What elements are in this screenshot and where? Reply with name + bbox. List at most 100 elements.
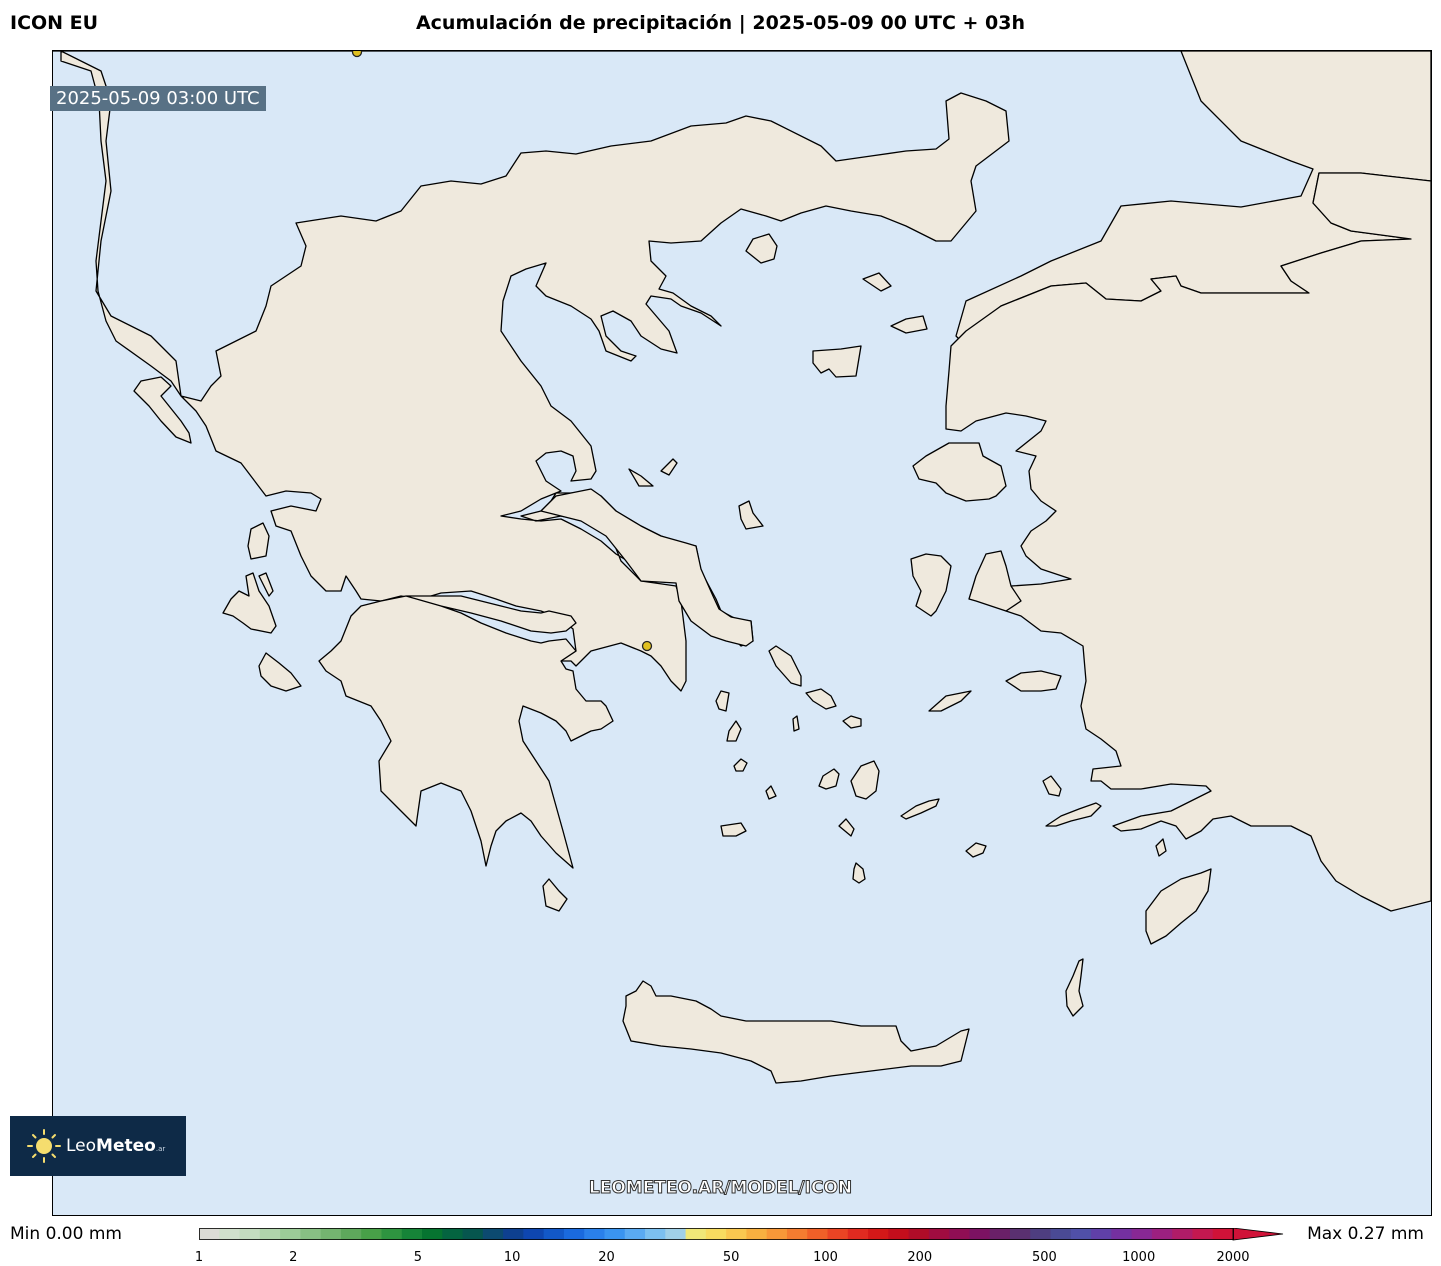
colorbar-segment <box>239 1228 261 1240</box>
colorbar-segment <box>503 1228 524 1240</box>
land-sifnos <box>765 785 777 800</box>
colorbar-segment <box>1050 1228 1072 1240</box>
colorbar-segment <box>1091 1228 1112 1240</box>
colorbar-tick-label: 10 <box>503 1250 521 1265</box>
colorbar-segment <box>482 1228 504 1240</box>
colorbar-segment <box>645 1228 666 1240</box>
colorbar-segment <box>462 1228 484 1240</box>
colorbar-segment <box>665 1228 687 1240</box>
colorbar-segment <box>1151 1228 1173 1240</box>
colorbar-segment <box>1009 1228 1031 1240</box>
colorbar-segment <box>868 1228 889 1240</box>
colorbar-segment <box>1070 1228 1092 1240</box>
colorbar-segment <box>604 1228 626 1240</box>
colorbar-segment <box>685 1228 707 1240</box>
land-greece-north <box>60 51 1010 692</box>
colorbar-segment <box>928 1228 950 1240</box>
land-syros <box>792 715 800 732</box>
land-serifos <box>733 758 748 772</box>
colorbar-tick-label: 1 <box>194 1250 204 1265</box>
colorbar-segment <box>1212 1228 1234 1240</box>
colorbar-tick-label: 5 <box>413 1250 423 1265</box>
colorbar-tick-label: 200 <box>907 1250 933 1265</box>
land-kea <box>715 690 730 712</box>
map-title: Acumulación de precipitación | 2025-05-0… <box>415 12 1026 34</box>
land-corfu <box>133 376 192 444</box>
colorbar-tick-label: 500 <box>1031 1250 1057 1265</box>
colorbar-tick-label: 2000 <box>1216 1250 1250 1265</box>
colorbar-segment <box>847 1228 869 1240</box>
land-nisyros <box>1155 838 1167 857</box>
colorbar <box>199 1228 1284 1241</box>
land-rhodes <box>1145 868 1212 945</box>
min-label: Min 0.00 mm <box>10 1224 122 1244</box>
colorbar-segment <box>726 1228 748 1240</box>
colorbar-segment <box>705 1228 727 1240</box>
colorbar-segment <box>442 1228 464 1240</box>
land-ithaca <box>258 572 274 597</box>
logo-text: LeoMeteo.ar <box>66 1136 166 1156</box>
map-canvas <box>53 51 1431 1084</box>
land-lesbos <box>912 442 1007 502</box>
colorbar-segment <box>1111 1228 1133 1240</box>
max-label: Max 0.27 mm <box>1307 1224 1424 1244</box>
land-psara <box>968 550 1022 612</box>
colorbar-segment <box>1030 1228 1052 1240</box>
colorbar-segment <box>320 1228 342 1240</box>
colorbar-segment <box>401 1228 423 1240</box>
land-lemnos <box>812 345 862 378</box>
land-milos <box>720 822 747 837</box>
colorbar-extend-arrow <box>1232 1228 1284 1241</box>
valid-time-label: 2025-05-09 03:00 UTC <box>50 86 266 111</box>
colorbar-tick-label: 2 <box>289 1250 298 1265</box>
land-zakynthos <box>258 652 302 692</box>
site-url: LEOMETEO.AR/MODEL/ICON <box>588 1178 853 1199</box>
colorbar-segment <box>219 1228 241 1240</box>
land-astypalea <box>965 842 987 858</box>
colorbar-segment <box>888 1228 910 1240</box>
land-andros <box>768 645 802 687</box>
land-samos <box>1005 670 1062 692</box>
colorbar-segment <box>1192 1228 1214 1240</box>
land-ikaria <box>928 690 972 712</box>
colorbar-tick-label: 1000 <box>1122 1250 1156 1265</box>
colorbar-segment <box>989 1228 1011 1240</box>
map-frame <box>52 50 1432 1216</box>
land-kythira <box>542 878 568 912</box>
land-karpathos <box>1065 958 1084 1017</box>
colorbar-segment <box>1172 1228 1194 1240</box>
land-amorgos <box>900 798 940 820</box>
leometeo-logo: LeoMeteo.ar <box>10 1116 186 1176</box>
land-kythnos <box>726 720 742 742</box>
colorbar-segment <box>340 1228 362 1240</box>
land-naxos <box>850 760 880 800</box>
colorbar-segment <box>807 1228 829 1240</box>
land-peloponnese <box>318 595 614 869</box>
land-lefkada <box>247 522 270 560</box>
colorbar-segment <box>300 1228 322 1240</box>
land-skopelos <box>660 458 678 476</box>
colorbar-segment <box>361 1228 383 1240</box>
colorbar-segment <box>746 1228 768 1240</box>
colorbar-segment <box>422 1228 443 1240</box>
land-samothrace <box>862 272 892 292</box>
land-ios <box>838 818 855 837</box>
colorbar-segment <box>563 1228 585 1240</box>
colorbar-segment <box>827 1228 849 1240</box>
land-paros <box>818 768 840 790</box>
colorbar-segment <box>1131 1228 1153 1240</box>
colorbar-tick-label: 20 <box>598 1250 615 1265</box>
land-imbros <box>890 315 928 334</box>
colorbar-segment <box>199 1228 220 1240</box>
land-tinos <box>805 688 837 710</box>
colorbar-segment <box>280 1228 301 1240</box>
land-santorini <box>852 862 866 884</box>
land-skyros <box>738 500 764 530</box>
land-skiathos <box>628 468 654 487</box>
land-kos <box>1045 802 1102 827</box>
colorbar-segment <box>381 1228 403 1240</box>
land-kalymnos <box>1042 775 1062 797</box>
city-marker-north <box>351 51 363 58</box>
colorbar-segment <box>543 1228 565 1240</box>
colorbar-segment <box>949 1228 971 1240</box>
